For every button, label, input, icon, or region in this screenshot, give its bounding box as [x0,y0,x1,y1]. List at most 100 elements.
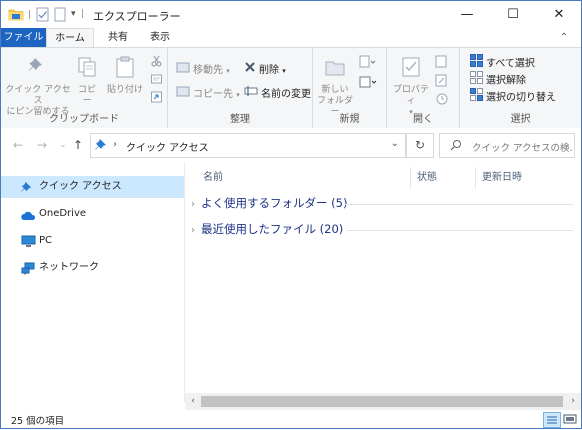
clipboard-group-label: クリップボード [49,114,119,125]
folder-icon[interactable] [8,7,24,23]
select-all-button[interactable]: すべて選択 [470,54,535,70]
open-group: プロパティ ▾ 開く [387,48,460,128]
invert-selection-label: 選択の切り替え [486,92,556,104]
address-row: ← → ⌄ ↑ › クイック アクセス ⌄ ↻ クイック アクセスの検... [1,128,581,162]
new-folder-icon [317,56,353,82]
copy-icon [74,56,100,82]
nav-item-pc[interactable]: PC [1,230,184,252]
edit-icon[interactable] [435,74,449,90]
breadcrumb-path[interactable]: クイック アクセス [126,139,209,154]
new-folder-button[interactable]: 新しい フォルダー [317,56,353,118]
separator-icon: | [28,10,32,20]
item-count: 25 個の項目 [11,416,65,427]
column-header-modified[interactable]: 更新日時 [482,167,522,189]
group-label: 最近使用したファイル (20) [201,222,344,236]
nav-item-label: クイック アクセス [39,181,122,192]
new-group-label: 新規 [339,114,360,125]
properties-label: プロパティ [392,85,429,106]
ribbon-collapse-icon[interactable]: ⌃ [557,28,571,47]
column-header-status[interactable]: 状態 [417,167,437,189]
paste-label: 貼り付け [106,85,143,95]
column-header-name[interactable]: 名前 [203,167,223,189]
tab-view[interactable]: 表示 [143,28,177,47]
content-pane: 名前 状態 更新日時 › よく使用するフォルダー (5) › 最近使用したファイル … [185,162,581,392]
group-recent-files[interactable]: › 最近使用したファイル (20) [191,220,343,238]
separator-icon: | [81,9,85,19]
history-icon[interactable] [435,92,449,108]
cut-icon[interactable] [151,55,162,70]
copy-to-button[interactable]: コピー先 ▾ [176,85,240,101]
tab-file[interactable]: ファイル [1,28,46,47]
navigation-pane: クイック アクセス OneDrive PC ネットワーク [1,162,185,402]
paste-shortcut-icon[interactable] [151,91,162,106]
rename-label: 名前の変更 [261,89,311,100]
easy-access-icon[interactable] [359,75,377,92]
pin-icon [95,138,109,155]
clipboard-icon [104,56,146,82]
close-button[interactable]: ✕ [536,1,582,28]
invert-selection-icon [470,88,483,107]
scrollbar-thumb[interactable] [201,396,563,407]
refresh-button[interactable]: ↻ [406,133,434,158]
breadcrumb-separator[interactable]: › [113,139,117,150]
details-view-icon [547,416,557,424]
forward-button[interactable]: → [35,138,49,152]
tab-home[interactable]: ホーム [46,28,94,48]
scroll-right-icon[interactable]: › [567,395,579,408]
pin-to-quick-access-button[interactable]: クイック アクセス にピン留めする [5,56,71,118]
up-button[interactable]: ↑ [71,138,85,152]
new-item-icon[interactable] [359,55,377,72]
select-none-button[interactable]: 選択解除 [470,71,526,87]
maximize-button[interactable]: ☐ [490,1,536,28]
select-all-label: すべて選択 [486,58,535,70]
tab-share[interactable]: 共有 [101,28,135,47]
new-group: 新しい フォルダー 新規 [313,48,387,128]
search-icon [450,139,462,154]
computer-icon [21,235,36,257]
search-box[interactable]: クイック アクセスの検... [439,133,575,158]
move-to-button[interactable]: 移動先 ▾ [176,61,230,77]
copy-button[interactable]: コピー [74,56,100,107]
ribbon-tabs: ファイル ホーム 共有 表示 ⌃ [1,28,581,48]
recent-locations-button[interactable]: ⌄ [56,138,70,152]
nav-item-onedrive[interactable]: OneDrive [1,203,184,225]
select-group: すべて選択 選択解除 選択の切り替え 選択 [460,48,581,128]
large-icons-view-button[interactable] [562,412,578,426]
properties-check-icon[interactable] [36,7,49,23]
address-dropdown-icon[interactable]: ⌄ [391,138,399,149]
group-divider [347,230,573,231]
pin-label-line1: クイック アクセス [5,85,71,106]
paste-button[interactable]: 貼り付け [104,56,146,96]
pin-icon [5,56,71,82]
organize-group: 移動先 ▾ コピー先 ▾ 削除 ▾ 名前の変更 整理 [168,48,313,128]
invert-selection-button[interactable]: 選択の切り替え [470,88,556,104]
back-button[interactable]: ← [11,138,25,152]
customize-qa-icon[interactable]: ▾ [71,9,76,25]
network-icon [21,262,36,284]
rename-button[interactable]: 名前の変更 [244,85,311,101]
scroll-left-icon[interactable]: ‹ [187,395,199,408]
address-bar[interactable]: › クイック アクセス ⌄ [90,133,406,158]
open-icon[interactable] [435,55,449,71]
copy-path-icon[interactable] [151,74,162,87]
nav-item-quick-access[interactable]: クイック アクセス [1,176,184,198]
details-view-button[interactable] [543,412,561,428]
delete-button[interactable]: 削除 ▾ [244,61,286,77]
properties-button[interactable]: プロパティ ▾ [391,56,431,118]
nav-item-label: ネットワーク [39,262,99,273]
horizontal-scrollbar[interactable]: ‹ › [185,393,581,410]
new-folder-qa-icon[interactable] [54,7,66,23]
group-label: よく使用するフォルダー (5) [201,196,348,210]
organize-group-label: 整理 [230,114,250,125]
explorer-window: | ▾ | エクスプローラー — ☐ ✕ ファイル ホーム 共有 表示 ⌃ クイ… [0,0,582,429]
rename-icon [244,85,258,103]
select-group-label: 選択 [510,114,531,125]
nav-item-network[interactable]: ネットワーク [1,257,184,279]
column-divider[interactable] [410,167,411,189]
ribbon: クイック アクセス にピン留めする コピー 貼り付け クリップボード 移動先 ▾… [1,47,581,129]
column-divider[interactable] [475,167,476,189]
group-frequent-folders[interactable]: › よく使用するフォルダー (5) [191,194,347,212]
minimize-button[interactable]: — [444,1,490,28]
copy-label: コピー [77,85,96,106]
nav-item-label: PC [39,235,53,246]
